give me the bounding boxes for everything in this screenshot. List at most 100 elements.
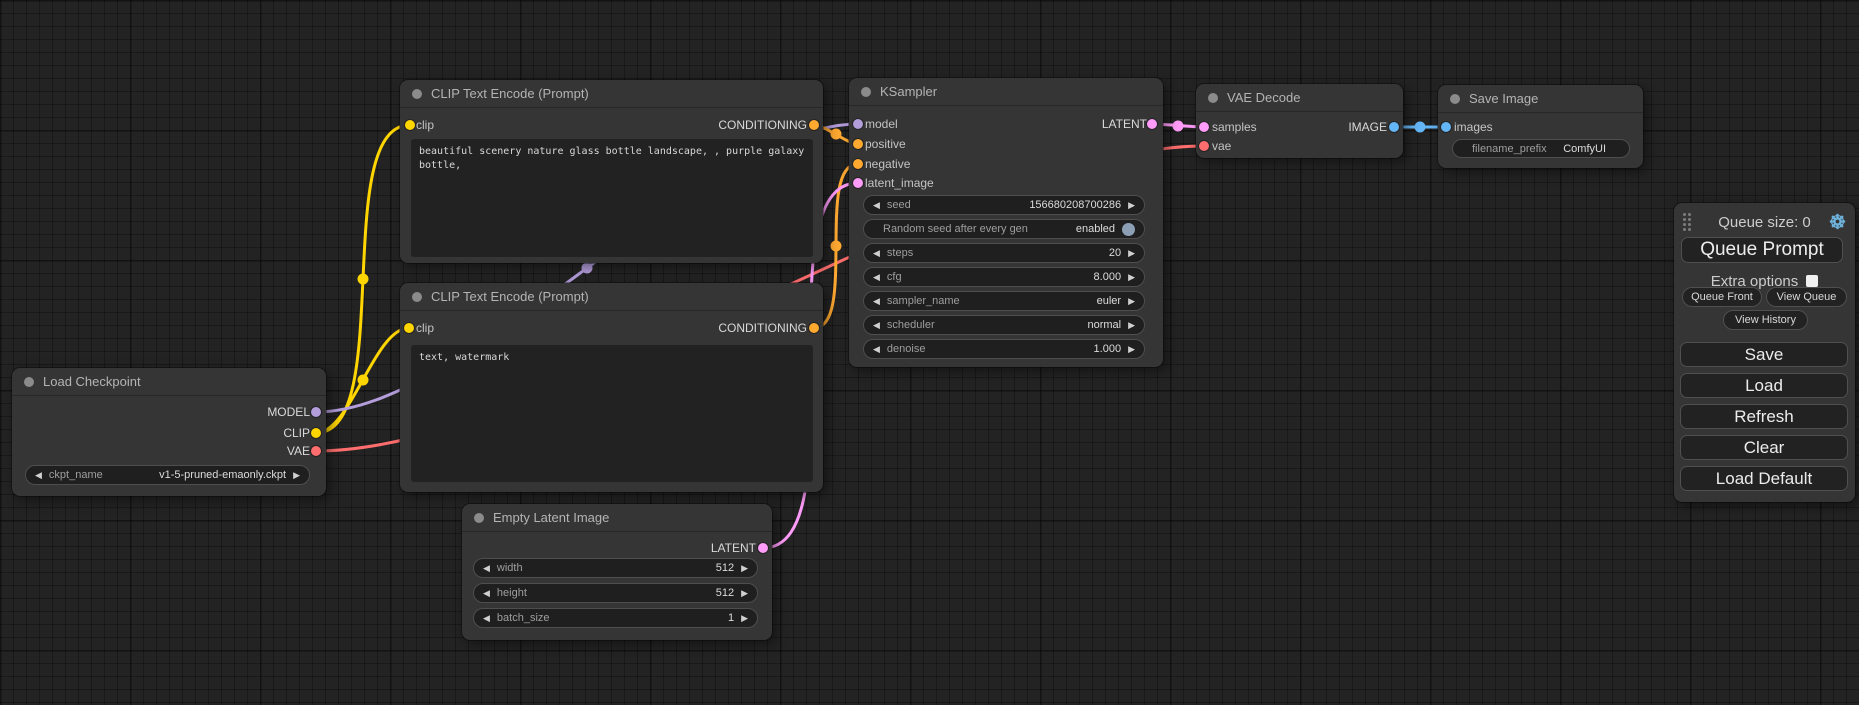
port-positive-input[interactable] [853, 139, 863, 149]
port-latent-output[interactable] [758, 543, 768, 553]
comfyui-canvas[interactable]: { "colors": { "model": "#B39DDB", "clip"… [0, 0, 1859, 705]
collapse-dot-icon[interactable] [1208, 93, 1218, 103]
filename-prefix-widget[interactable]: filename_prefix ComfyUI [1452, 139, 1630, 158]
prompt-textarea[interactable]: text, watermark [411, 345, 813, 482]
input-slot-vae: vae [1212, 136, 1387, 156]
save-button[interactable]: Save [1680, 342, 1848, 367]
view-queue-button[interactable]: View Queue [1766, 287, 1847, 307]
decrement-arrow-icon[interactable]: ◀ [873, 249, 880, 258]
decrement-arrow-icon[interactable]: ◀ [483, 614, 490, 623]
increment-arrow-icon[interactable]: ▶ [1128, 249, 1135, 258]
collapse-dot-icon[interactable] [412, 292, 422, 302]
output-slot-conditioning: CONDITIONING [718, 321, 807, 335]
input-slot-positive: positive [865, 134, 1147, 154]
collapse-dot-icon[interactable] [412, 89, 422, 99]
decrement-arrow-icon[interactable]: ◀ [483, 564, 490, 573]
link-midpoint-dot [358, 375, 369, 386]
height-widget[interactable]: ◀ height 512 ▶ [473, 583, 758, 603]
node-vae-decode[interactable]: VAE Decode samples IMAGE vae [1196, 84, 1403, 158]
increment-arrow-icon[interactable]: ▶ [1128, 201, 1135, 210]
increment-arrow-icon[interactable]: ▶ [293, 471, 300, 480]
widget-value: euler [1097, 295, 1121, 307]
cfg-widget[interactable]: ◀ cfg 8.000 ▶ [863, 267, 1145, 287]
random-seed-toggle-widget[interactable]: Random seed after every gen enabled [863, 219, 1145, 239]
increment-arrow-icon[interactable]: ▶ [1128, 321, 1135, 330]
node-header[interactable]: Load Checkpoint [12, 368, 326, 396]
widget-label: denoise [887, 343, 926, 355]
node-clip-text-encode-negative[interactable]: CLIP Text Encode (Prompt) clip CONDITION… [400, 283, 823, 492]
node-ksampler[interactable]: KSampler model LATENT positive negative … [849, 78, 1163, 367]
port-clip-output[interactable] [311, 428, 321, 438]
load-default-button[interactable]: Load Default [1680, 466, 1848, 491]
increment-arrow-icon[interactable]: ▶ [741, 589, 748, 598]
port-vae-output[interactable] [311, 446, 321, 456]
increment-arrow-icon[interactable]: ▶ [741, 614, 748, 623]
scheduler-widget[interactable]: ◀ scheduler normal ▶ [863, 315, 1145, 335]
port-latent-image-input[interactable] [853, 178, 863, 188]
queue-prompt-button[interactable]: Queue Prompt [1681, 237, 1843, 263]
node-header[interactable]: KSampler [849, 78, 1163, 106]
decrement-arrow-icon[interactable]: ◀ [483, 589, 490, 598]
decrement-arrow-icon[interactable]: ◀ [35, 471, 42, 480]
node-header[interactable]: CLIP Text Encode (Prompt) [400, 283, 823, 311]
node-header[interactable]: Save Image [1438, 85, 1643, 113]
seed-widget[interactable]: ◀ seed 156680208700286 ▶ [863, 195, 1145, 215]
port-clip-input[interactable] [404, 323, 414, 333]
widget-value: 512 [716, 587, 734, 599]
port-conditioning-output[interactable] [809, 120, 819, 130]
port-images-input[interactable] [1441, 122, 1451, 132]
node-title: Save Image [1469, 91, 1538, 106]
port-conditioning-output[interactable] [809, 323, 819, 333]
decrement-arrow-icon[interactable]: ◀ [873, 201, 880, 210]
gear-icon[interactable] [1829, 213, 1846, 230]
collapse-dot-icon[interactable] [474, 513, 484, 523]
drag-handle-icon[interactable] [1683, 213, 1691, 231]
clear-button[interactable]: Clear [1680, 435, 1848, 460]
slot-row: clip CONDITIONING [416, 318, 807, 338]
width-widget[interactable]: ◀ width 512 ▶ [473, 558, 758, 578]
node-save-image[interactable]: Save Image images filename_prefix ComfyU… [1438, 85, 1643, 168]
increment-arrow-icon[interactable]: ▶ [1128, 345, 1135, 354]
batch-size-widget[interactable]: ◀ batch_size 1 ▶ [473, 608, 758, 628]
node-header[interactable]: CLIP Text Encode (Prompt) [400, 80, 823, 108]
collapse-dot-icon[interactable] [861, 87, 871, 97]
port-latent-output[interactable] [1147, 119, 1157, 129]
slot-row: model LATENT [865, 114, 1147, 134]
decrement-arrow-icon[interactable]: ◀ [873, 345, 880, 354]
port-image-output[interactable] [1389, 122, 1399, 132]
decrement-arrow-icon[interactable]: ◀ [873, 273, 880, 282]
node-load-checkpoint[interactable]: Load Checkpoint MODEL CLIP VAE ◀ ckpt_na… [12, 368, 326, 496]
prompt-textarea[interactable]: beautiful scenery nature glass bottle la… [411, 139, 813, 257]
sampler-name-widget[interactable]: ◀ sampler_name euler ▶ [863, 291, 1145, 311]
queue-front-button[interactable]: Queue Front [1682, 287, 1762, 307]
increment-arrow-icon[interactable]: ▶ [1128, 273, 1135, 282]
ckpt-name-widget[interactable]: ◀ ckpt_name v1-5-pruned-emaonly.ckpt ▶ [25, 465, 310, 485]
link-midpoint-dot [831, 129, 842, 140]
view-history-button[interactable]: View History [1723, 310, 1808, 330]
node-header[interactable]: Empty Latent Image [462, 504, 772, 532]
denoise-widget[interactable]: ◀ denoise 1.000 ▶ [863, 339, 1145, 359]
port-model-input[interactable] [853, 119, 863, 129]
extra-options-checkbox[interactable] [1806, 275, 1818, 287]
increment-arrow-icon[interactable]: ▶ [741, 564, 748, 573]
link-midpoint-dot [358, 274, 369, 285]
refresh-button[interactable]: Refresh [1680, 404, 1848, 429]
toggle-circle-icon[interactable] [1122, 223, 1135, 236]
decrement-arrow-icon[interactable]: ◀ [873, 297, 880, 306]
node-empty-latent-image[interactable]: Empty Latent Image LATENT ◀ width 512 ▶ … [462, 504, 772, 640]
collapse-dot-icon[interactable] [24, 377, 34, 387]
collapse-dot-icon[interactable] [1450, 94, 1460, 104]
steps-widget[interactable]: ◀ steps 20 ▶ [863, 243, 1145, 263]
decrement-arrow-icon[interactable]: ◀ [873, 321, 880, 330]
increment-arrow-icon[interactable]: ▶ [1128, 297, 1135, 306]
node-clip-text-encode-positive[interactable]: CLIP Text Encode (Prompt) clip CONDITION… [400, 80, 823, 263]
port-negative-input[interactable] [853, 159, 863, 169]
output-slot-conditioning: CONDITIONING [718, 118, 807, 132]
port-model-output[interactable] [311, 407, 321, 417]
node-header[interactable]: VAE Decode [1196, 84, 1403, 112]
port-clip-input[interactable] [405, 120, 415, 130]
load-button[interactable]: Load [1680, 373, 1848, 398]
port-samples-input[interactable] [1199, 122, 1209, 132]
port-vae-input[interactable] [1199, 141, 1209, 151]
widget-label: cfg [887, 271, 902, 283]
